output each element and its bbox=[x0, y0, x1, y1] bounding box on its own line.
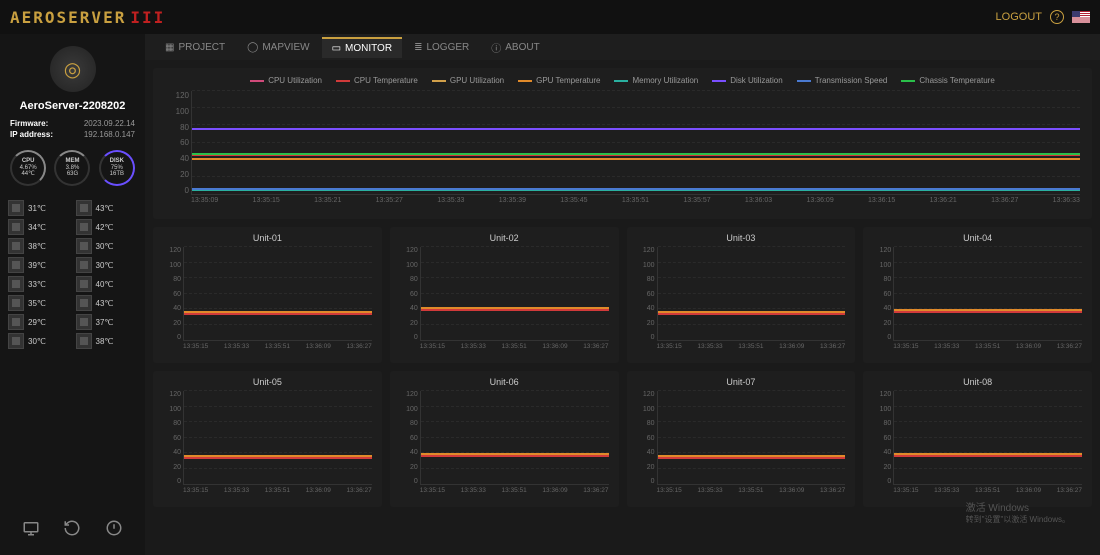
unit-card: Unit-0712010080604020013:35:1513:35:3313… bbox=[627, 371, 856, 507]
series-line bbox=[658, 457, 846, 459]
temp-cell: 33℃ bbox=[8, 276, 70, 292]
legend-item[interactable]: GPU Utilization bbox=[432, 76, 504, 85]
temp-cell: 34℃ bbox=[8, 219, 70, 235]
temp-cell: 42℃ bbox=[76, 219, 138, 235]
unit-title: Unit-07 bbox=[633, 377, 850, 387]
legend-item[interactable]: GPU Temperature bbox=[518, 76, 600, 85]
temp-cell: 38℃ bbox=[76, 333, 138, 349]
chip-icon bbox=[76, 200, 92, 216]
legend-item[interactable]: Disk Utilization bbox=[712, 76, 782, 85]
chip-icon bbox=[76, 314, 92, 330]
series-line bbox=[192, 153, 1080, 155]
unit-title: Unit-06 bbox=[396, 377, 613, 387]
logout-link[interactable]: LOGOUT bbox=[996, 11, 1042, 23]
unit-card: Unit-0512010080604020013:35:1513:35:3313… bbox=[153, 371, 382, 507]
chip-icon bbox=[76, 257, 92, 273]
server-avatar: ◎ bbox=[50, 46, 96, 92]
cpu-gauge: CPU4.67%44℃ bbox=[10, 150, 46, 186]
mem-gauge: MEM3.8%63G bbox=[54, 150, 90, 186]
unit-title: Unit-02 bbox=[396, 233, 613, 243]
unit-card: Unit-0412010080604020013:35:1513:35:3313… bbox=[863, 227, 1092, 363]
logo: AEROSERVERIII bbox=[10, 8, 165, 27]
chip-icon bbox=[8, 276, 24, 292]
series-line bbox=[184, 313, 372, 315]
legend-item[interactable]: CPU Utilization bbox=[250, 76, 322, 85]
temp-cell: 39℃ bbox=[8, 257, 70, 273]
series-line bbox=[658, 313, 846, 315]
power-icon[interactable] bbox=[103, 517, 125, 539]
chip-icon bbox=[8, 295, 24, 311]
series-line bbox=[184, 457, 372, 459]
server-name: AeroServer-2208202 bbox=[6, 100, 139, 112]
tab-logger[interactable]: ≣LOGGER bbox=[404, 38, 479, 57]
temp-cell: 35℃ bbox=[8, 295, 70, 311]
temp-cell: 38℃ bbox=[8, 238, 70, 254]
tab-icon: ≣ bbox=[414, 42, 422, 53]
tab-icon: ▭ bbox=[332, 43, 341, 54]
temp-cell: 40℃ bbox=[76, 276, 138, 292]
unit-title: Unit-01 bbox=[159, 233, 376, 243]
export-icon[interactable] bbox=[20, 517, 42, 539]
tab-monitor[interactable]: ▭MONITOR bbox=[322, 37, 403, 58]
series-line bbox=[192, 158, 1080, 160]
unit-title: Unit-04 bbox=[869, 233, 1086, 243]
unit-title: Unit-05 bbox=[159, 377, 376, 387]
chip-icon bbox=[76, 295, 92, 311]
temp-cell: 30℃ bbox=[76, 238, 138, 254]
temp-cell: 29℃ bbox=[8, 314, 70, 330]
series-line bbox=[894, 455, 1082, 457]
temp-cell: 30℃ bbox=[8, 333, 70, 349]
tab-mapview[interactable]: ◯MAPVIEW bbox=[237, 38, 319, 57]
temp-cell: 43℃ bbox=[76, 295, 138, 311]
legend-item[interactable]: Chassis Temperature bbox=[901, 76, 994, 85]
chip-icon bbox=[8, 219, 24, 235]
chip-icon bbox=[76, 219, 92, 235]
tab-icon: ⓘ bbox=[491, 40, 501, 55]
temp-cell: 43℃ bbox=[76, 200, 138, 216]
tab-bar: ▦PROJECT◯MAPVIEW▭MONITOR≣LOGGERⓘABOUT bbox=[145, 34, 1100, 60]
temp-cell: 30℃ bbox=[76, 257, 138, 273]
unit-card: Unit-0312010080604020013:35:1513:35:3313… bbox=[627, 227, 856, 363]
series-line bbox=[421, 455, 609, 457]
sidebar: ◎ AeroServer-2208202 Firmware:2023.09.22… bbox=[0, 34, 145, 555]
help-icon[interactable]: ? bbox=[1050, 10, 1064, 24]
legend-item[interactable]: Memory Utilization bbox=[614, 76, 698, 85]
main-chart: CPU Utilization CPU Temperature GPU Utiliz… bbox=[153, 68, 1092, 219]
temp-cell: 37℃ bbox=[76, 314, 138, 330]
unit-card: Unit-0812010080604020013:35:1513:35:3313… bbox=[863, 371, 1092, 507]
temperature-grid: 31℃ 43℃ 34℃ 42℃ 38℃ 30℃ 39℃ 30℃ 33℃ 40℃ 35℃ 43℃ 29℃ 3… bbox=[6, 200, 139, 349]
series-line bbox=[894, 311, 1082, 313]
chip-icon bbox=[76, 238, 92, 254]
flag-icon[interactable] bbox=[1072, 11, 1090, 23]
unit-card: Unit-0212010080604020013:35:1513:35:3313… bbox=[390, 227, 619, 363]
temp-cell: 31℃ bbox=[8, 200, 70, 216]
tab-icon: ◯ bbox=[247, 42, 258, 53]
unit-card: Unit-0612010080604020013:35:1513:35:3313… bbox=[390, 371, 619, 507]
unit-title: Unit-08 bbox=[869, 377, 1086, 387]
legend-item[interactable]: Transmission Speed bbox=[797, 76, 888, 85]
series-line bbox=[192, 128, 1080, 130]
chip-icon bbox=[76, 276, 92, 292]
chip-icon bbox=[8, 314, 24, 330]
chip-icon bbox=[8, 333, 24, 349]
tab-project[interactable]: ▦PROJECT bbox=[155, 38, 235, 57]
unit-card: Unit-0112010080604020013:35:1513:35:3313… bbox=[153, 227, 382, 363]
chip-icon bbox=[8, 257, 24, 273]
chip-icon bbox=[8, 200, 24, 216]
legend-item[interactable]: CPU Temperature bbox=[336, 76, 418, 85]
chip-icon bbox=[8, 238, 24, 254]
unit-title: Unit-03 bbox=[633, 233, 850, 243]
series-line bbox=[192, 188, 1080, 190]
disk-gauge: DISK75%16TB bbox=[99, 150, 135, 186]
series-line bbox=[421, 309, 609, 311]
tab-about[interactable]: ⓘABOUT bbox=[481, 36, 549, 59]
chip-icon bbox=[76, 333, 92, 349]
tab-icon: ▦ bbox=[165, 42, 174, 53]
top-header: AEROSERVERIII LOGOUT ? bbox=[0, 0, 1100, 34]
refresh-icon[interactable] bbox=[61, 517, 83, 539]
